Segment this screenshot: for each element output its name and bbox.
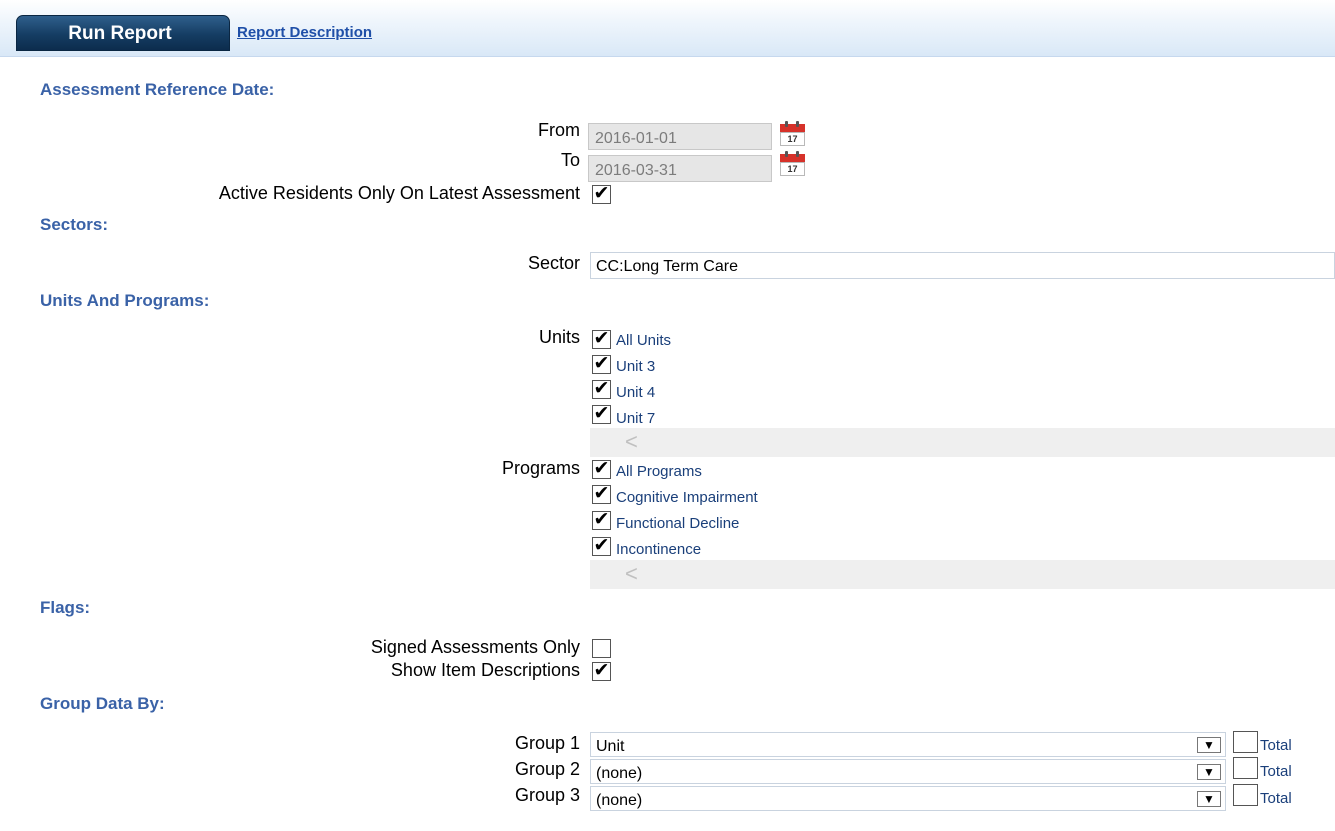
show-descriptions-label: Show Item Descriptions xyxy=(390,660,580,680)
program-option-label[interactable]: Cognitive Impairment xyxy=(616,489,758,506)
group-2-total-checkbox[interactable] xyxy=(1233,757,1258,779)
unit-checkbox[interactable] xyxy=(592,405,611,424)
program-option-label[interactable]: Incontinence xyxy=(616,541,701,558)
section-heading-ard: Assessment Reference Date: xyxy=(40,80,275,99)
section-heading-flags: Flags: xyxy=(40,598,91,617)
group-2-label: Group 2 xyxy=(514,759,580,779)
group-1-total-checkbox[interactable] xyxy=(1233,731,1258,753)
unit-option-label[interactable]: All Units xyxy=(616,332,671,349)
units-horizontal-scrollbar[interactable]: < xyxy=(590,428,1335,457)
program-checkbox[interactable] xyxy=(592,537,611,556)
group-2-total-label: Total xyxy=(1260,763,1292,780)
unit-checkbox[interactable] xyxy=(592,355,611,374)
group-2-select[interactable]: (none) ▼ xyxy=(590,759,1226,784)
scroll-left-icon[interactable]: < xyxy=(625,429,638,455)
group-1-total-label: Total xyxy=(1260,737,1292,754)
group-1-select[interactable]: Unit ▼ xyxy=(590,732,1226,757)
group-3-total-label: Total xyxy=(1260,790,1292,807)
group-3-value: (none) xyxy=(596,792,643,809)
chevron-down-icon[interactable]: ▼ xyxy=(1197,791,1221,807)
signed-only-label: Signed Assessments Only xyxy=(370,637,580,657)
unit-option-label[interactable]: Unit 4 xyxy=(616,384,655,401)
unit-option-label[interactable]: Unit 7 xyxy=(616,410,655,427)
chevron-down-icon[interactable]: ▼ xyxy=(1197,764,1221,780)
show-descriptions-checkbox[interactable] xyxy=(592,662,611,681)
report-toolbar: Run Report Report Description xyxy=(0,0,1335,57)
unit-option-label[interactable]: Unit 3 xyxy=(616,358,655,375)
active-residents-label: Active Residents Only On Latest Assessme… xyxy=(218,183,580,203)
calendar-icon[interactable]: 17 xyxy=(779,151,806,176)
group-3-total-checkbox[interactable] xyxy=(1233,784,1258,806)
active-residents-checkbox[interactable] xyxy=(592,185,611,204)
from-date-field[interactable]: 2016-01-01 xyxy=(588,123,772,150)
section-heading-sectors: Sectors: xyxy=(40,215,109,234)
to-date-field[interactable]: 2016-03-31 xyxy=(588,155,772,182)
sector-label: Sector xyxy=(527,253,580,273)
section-heading-group-by: Group Data By: xyxy=(40,694,165,713)
group-3-select[interactable]: (none) ▼ xyxy=(590,786,1226,811)
to-label: To xyxy=(560,150,580,170)
section-heading-units-programs: Units And Programs: xyxy=(40,291,210,310)
program-checkbox[interactable] xyxy=(592,460,611,479)
chevron-down-icon[interactable]: ▼ xyxy=(1197,737,1221,753)
program-option-label[interactable]: Functional Decline xyxy=(616,515,739,532)
unit-checkbox[interactable] xyxy=(592,330,611,349)
group-1-label: Group 1 xyxy=(514,733,580,753)
programs-label: Programs xyxy=(501,458,580,478)
sector-field[interactable]: CC:Long Term Care xyxy=(590,252,1335,279)
program-checkbox[interactable] xyxy=(592,511,611,530)
run-report-button[interactable]: Run Report xyxy=(16,15,230,51)
group-1-value: Unit xyxy=(596,738,625,755)
programs-horizontal-scrollbar[interactable]: < xyxy=(590,560,1335,589)
calendar-icon[interactable]: 17 xyxy=(779,121,806,146)
program-checkbox[interactable] xyxy=(592,485,611,504)
signed-only-checkbox[interactable] xyxy=(592,639,611,658)
unit-checkbox[interactable] xyxy=(592,380,611,399)
report-description-link[interactable]: Report Description xyxy=(237,24,372,41)
scroll-left-icon[interactable]: < xyxy=(625,561,638,587)
group-3-label: Group 3 xyxy=(514,785,580,805)
program-option-label[interactable]: All Programs xyxy=(616,463,702,480)
units-label: Units xyxy=(538,327,580,347)
from-label: From xyxy=(538,120,580,140)
group-2-value: (none) xyxy=(596,765,643,782)
